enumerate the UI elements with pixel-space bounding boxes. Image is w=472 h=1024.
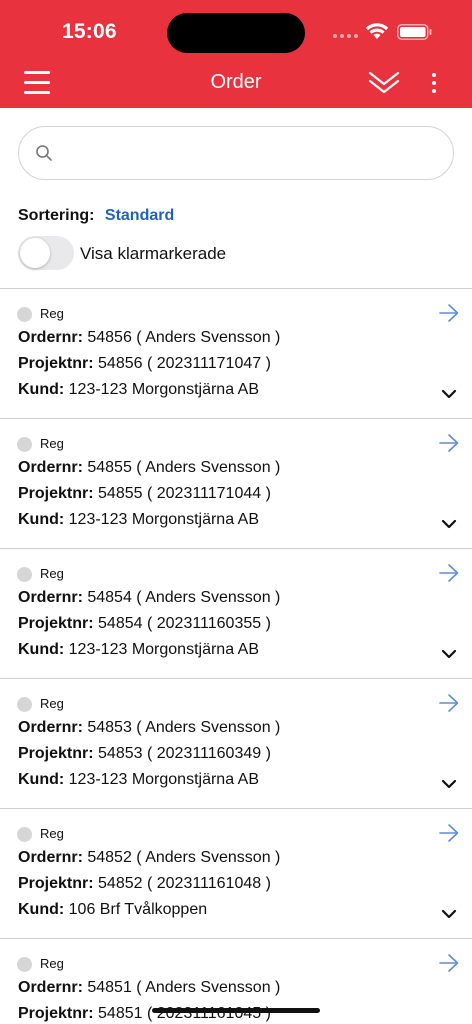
project-number-value: 54853 ( 202311160349 ) <box>98 745 271 762</box>
project-number-label: Projektnr: <box>18 1005 94 1022</box>
order-number-line: Ordernr: 54852 ( Anders Svensson ) <box>18 849 280 867</box>
project-number-line: Projektnr: 54855 ( 202311171044 ) <box>18 485 271 503</box>
open-order-arrow-icon[interactable] <box>438 693 460 713</box>
order-number-value: 54853 ( Anders Svensson ) <box>87 719 281 736</box>
toggle-knob <box>20 238 50 268</box>
project-number-label: Projektnr: <box>18 745 94 762</box>
customer-line: Kund: 123-123 Morgonstjärna AB <box>18 381 259 399</box>
project-number-label: Projektnr: <box>18 615 94 632</box>
order-number-line: Ordernr: 54853 ( Anders Svensson ) <box>18 719 280 737</box>
order-card[interactable]: Reg Ordernr: 54856 ( Anders Svensson ) P… <box>0 289 472 419</box>
order-number-value: 54856 ( Anders Svensson ) <box>87 329 281 346</box>
cellular-signal-icon <box>333 34 358 38</box>
order-number-value: 54855 ( Anders Svensson ) <box>87 459 281 476</box>
search-field[interactable] <box>18 126 454 180</box>
status-dot-icon <box>17 827 32 842</box>
open-order-arrow-icon[interactable] <box>438 303 460 323</box>
status-bar: 15:06 <box>0 0 472 58</box>
open-order-arrow-icon[interactable] <box>438 563 460 583</box>
customer-line: Kund: 123-123 Morgonstjärna AB <box>18 771 259 789</box>
order-status: Reg <box>40 566 64 581</box>
order-number-label: Ordernr: <box>18 719 83 736</box>
more-options-icon[interactable] <box>424 70 444 96</box>
dynamic-island <box>167 13 305 53</box>
project-number-line: Projektnr: 54853 ( 202311160349 ) <box>18 745 271 763</box>
order-number-label: Ordernr: <box>18 589 83 606</box>
customer-value: 123-123 Morgonstjärna AB <box>68 641 259 658</box>
order-status: Reg <box>40 306 64 321</box>
order-number-line: Ordernr: 54851 ( Anders Svensson ) <box>18 979 280 997</box>
project-number-line: Projektnr: 54856 ( 202311171047 ) <box>18 355 271 373</box>
search-input[interactable] <box>69 127 439 179</box>
project-number-label: Projektnr: <box>18 355 94 372</box>
status-dot-icon <box>17 567 32 582</box>
expand-chevron-down-icon[interactable] <box>441 908 457 920</box>
customer-value: 123-123 Morgonstjärna AB <box>68 771 259 788</box>
status-dot-icon <box>17 307 32 322</box>
battery-icon <box>397 24 432 40</box>
project-number-line: Projektnr: 54852 ( 202311161048 ) <box>18 875 271 893</box>
project-number-line: Projektnr: 54854 ( 202311160355 ) <box>18 615 271 633</box>
app-bar: Order <box>0 58 472 108</box>
order-card[interactable]: Reg Ordernr: 54852 ( Anders Svensson ) P… <box>0 809 472 939</box>
show-completed-label: Visa klarmarkerade <box>80 244 227 263</box>
show-completed-toggle[interactable] <box>18 236 74 270</box>
order-card[interactable]: Reg Ordernr: 54854 ( Anders Svensson ) P… <box>0 549 472 679</box>
collapse-all-icon[interactable] <box>367 68 401 98</box>
page-title: Order <box>210 71 262 93</box>
order-number-line: Ordernr: 54855 ( Anders Svensson ) <box>18 459 280 477</box>
order-number-line: Ordernr: 54856 ( Anders Svensson ) <box>18 329 280 347</box>
customer-value: 106 Brf Tvålkoppen <box>68 901 208 918</box>
customer-label: Kund: <box>18 771 65 788</box>
order-list: Reg Ordernr: 54856 ( Anders Svensson ) P… <box>0 288 472 1024</box>
customer-label: Kund: <box>18 641 65 658</box>
order-status: Reg <box>40 826 64 841</box>
order-number-value: 54852 ( Anders Svensson ) <box>87 849 281 866</box>
customer-label: Kund: <box>18 901 65 918</box>
status-dot-icon <box>17 437 32 452</box>
order-number-value: 54854 ( Anders Svensson ) <box>87 589 281 606</box>
status-dot-icon <box>17 697 32 712</box>
customer-line: Kund: 123-123 Morgonstjärna AB <box>18 511 259 529</box>
order-number-label: Ordernr: <box>18 849 83 866</box>
expand-chevron-down-icon[interactable] <box>441 648 457 660</box>
home-indicator <box>152 1008 320 1013</box>
order-number-label: Ordernr: <box>18 459 83 476</box>
project-number-value: 54854 ( 202311160355 ) <box>98 615 271 632</box>
project-number-label: Projektnr: <box>18 875 94 892</box>
customer-label: Kund: <box>18 511 65 528</box>
status-time: 15:06 <box>62 20 117 43</box>
customer-label: Kund: <box>18 381 65 398</box>
project-number-value: 54856 ( 202311171047 ) <box>98 355 271 372</box>
order-number-label: Ordernr: <box>18 329 83 346</box>
order-status: Reg <box>40 436 64 451</box>
open-order-arrow-icon[interactable] <box>438 433 460 453</box>
sort-label: Sortering: <box>18 207 95 224</box>
expand-chevron-down-icon[interactable] <box>441 778 457 790</box>
order-card[interactable]: Reg Ordernr: 54855 ( Anders Svensson ) P… <box>0 419 472 549</box>
search-icon <box>36 145 52 161</box>
order-number-label: Ordernr: <box>18 979 83 996</box>
customer-value: 123-123 Morgonstjärna AB <box>68 381 259 398</box>
sort-row: Sortering: Standard <box>18 207 174 225</box>
status-dot-icon <box>17 957 32 972</box>
order-card[interactable]: Reg Ordernr: 54853 ( Anders Svensson ) P… <box>0 679 472 809</box>
order-number-line: Ordernr: 54854 ( Anders Svensson ) <box>18 589 280 607</box>
customer-line: Kund: 123-123 Morgonstjärna AB <box>18 641 259 659</box>
customer-value: 123-123 Morgonstjärna AB <box>68 511 259 528</box>
expand-chevron-down-icon[interactable] <box>441 388 457 400</box>
sort-value-link[interactable]: Standard <box>105 207 174 224</box>
open-order-arrow-icon[interactable] <box>438 953 460 973</box>
project-number-value: 54852 ( 202311161048 ) <box>98 875 271 892</box>
wifi-icon <box>365 23 389 39</box>
order-status: Reg <box>40 956 64 971</box>
order-number-value: 54851 ( Anders Svensson ) <box>87 979 281 996</box>
expand-chevron-down-icon[interactable] <box>441 518 457 530</box>
open-order-arrow-icon[interactable] <box>438 823 460 843</box>
customer-line: Kund: 106 Brf Tvålkoppen <box>18 901 207 919</box>
order-status: Reg <box>40 696 64 711</box>
project-number-label: Projektnr: <box>18 485 94 502</box>
project-number-value: 54855 ( 202311171044 ) <box>98 485 271 502</box>
